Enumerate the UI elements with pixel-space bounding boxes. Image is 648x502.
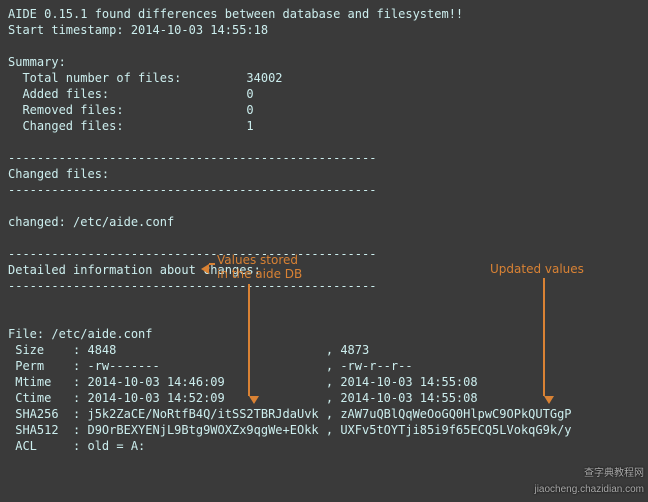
changed-line: changed: /etc/aide.conf (8, 215, 174, 229)
separator: ----------------------------------------… (8, 247, 376, 261)
watermark: 查字典教程网 jiaocheng.chazidian.com (534, 466, 644, 498)
separator: ----------------------------------------… (8, 279, 376, 293)
annotation-stored-values: Values stored in the aide DB (217, 253, 302, 281)
file-header: File: /etc/aide.conf (8, 327, 153, 341)
header-line1: AIDE 0.15.1 found differences between da… (8, 7, 463, 21)
separator: ----------------------------------------… (8, 183, 376, 197)
separator: ----------------------------------------… (8, 151, 376, 165)
terminal-output: AIDE 0.15.1 found differences between da… (0, 0, 648, 460)
annotation-updated-values: Updated values (490, 262, 584, 276)
summary-title: Summary: (8, 55, 66, 69)
changed-files-title: Changed files: (8, 167, 109, 181)
header-line2: Start timestamp: 2014-10-03 14:55:18 (8, 23, 268, 37)
